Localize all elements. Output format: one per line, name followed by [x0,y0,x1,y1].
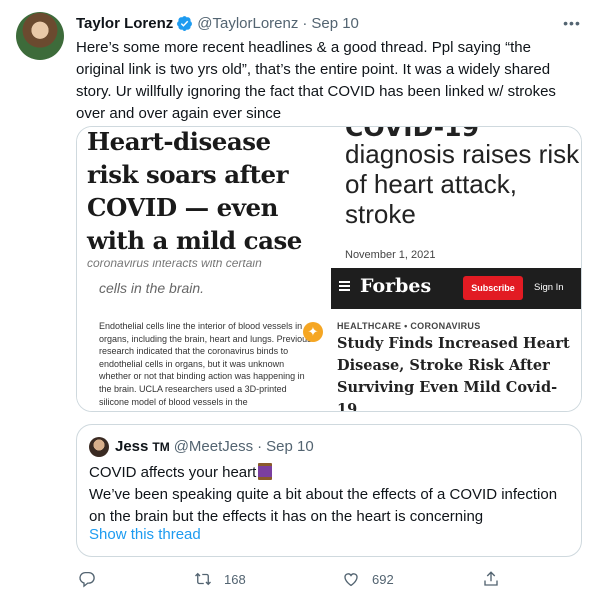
like-button[interactable]: 692 [342,567,394,591]
forbes-header-bar: Forbes Subscribe Sign In [331,268,581,309]
show-thread-link[interactable]: Show this thread [89,526,201,543]
trademark-badge: TM [152,439,170,454]
quoted-text-line1: COVID affects your heart [89,464,257,481]
quoted-tweet-text: COVID affects your heart We’ve been spea… [89,462,569,528]
quoted-separator-dot: · [257,438,263,455]
media-image-right[interactable]: COVID-19 diagnosis raises risk of heart … [331,127,581,412]
quoted-text-line2: We’ve been speaking quite a bit about th… [89,486,558,525]
subscribe-button: Subscribe [463,276,523,300]
separator-dot: · [302,14,308,32]
left-image-subtext: cells in the brain. [99,280,205,296]
article-tags: HEALTHCARE • CORONAVIRUS [337,321,481,331]
retweet-button[interactable]: 168 [194,567,246,591]
heart-icon [344,573,358,587]
tweet-media[interactable]: Heart-disease risk soars after COVID — e… [76,126,582,412]
left-image-paragraph: Endothelial cells line the interior of b… [99,321,312,407]
retweet-icon [195,572,211,586]
left-image-headline: Heart-disease risk soars after COVID — e… [87,127,302,255]
share-button[interactable] [482,567,500,591]
media-image-left[interactable]: Heart-disease risk soars after COVID — e… [77,127,329,411]
right-image-date: November 1, 2021 [345,249,436,261]
accessibility-icon: ✦ [303,322,323,342]
tweet-actions: 168 692 [76,567,506,591]
hamburger-menu-icon [339,281,350,291]
tweet-date[interactable]: Sep 10 [311,15,359,32]
tweet-header: Taylor Lorenz @TaylorLorenz · Sep 10 ••• [76,13,582,33]
quoted-tweet-date: Sep 10 [266,438,314,455]
retweet-count: 168 [224,571,246,587]
sign-in-link: Sign In [534,282,564,293]
quoted-author-name: Jess [115,438,149,455]
verified-badge-icon [177,15,193,31]
thread-spool-icon [258,463,273,480]
forbes-logo: Forbes [360,275,432,297]
author-name[interactable]: Taylor Lorenz [76,15,173,32]
more-options-icon[interactable]: ••• [562,13,582,33]
share-icon [484,571,498,586]
forbes-headline: Study Finds Increased Heart Disease, Str… [337,335,570,412]
author-avatar[interactable] [16,12,64,60]
like-count: 692 [372,571,394,587]
right-image-headline: diagnosis raises risk of heart attack, s… [345,139,580,229]
tweet-text: Here’s some more recent headlines & a go… [76,39,556,122]
author-handle[interactable]: @TaylorLorenz [197,15,298,32]
reply-button[interactable] [78,567,96,591]
quoted-tweet[interactable]: Jess TM @MeetJess · Sep 10 COVID affects… [76,424,582,557]
quoted-tweet-header: Jess TM @MeetJess · Sep 10 [115,438,314,455]
quoted-author-handle: @MeetJess [173,438,254,455]
left-image-cut-text: coronavirus interacts with certain [87,260,262,268]
reply-icon [79,571,95,588]
quoted-author-avatar [89,437,109,457]
